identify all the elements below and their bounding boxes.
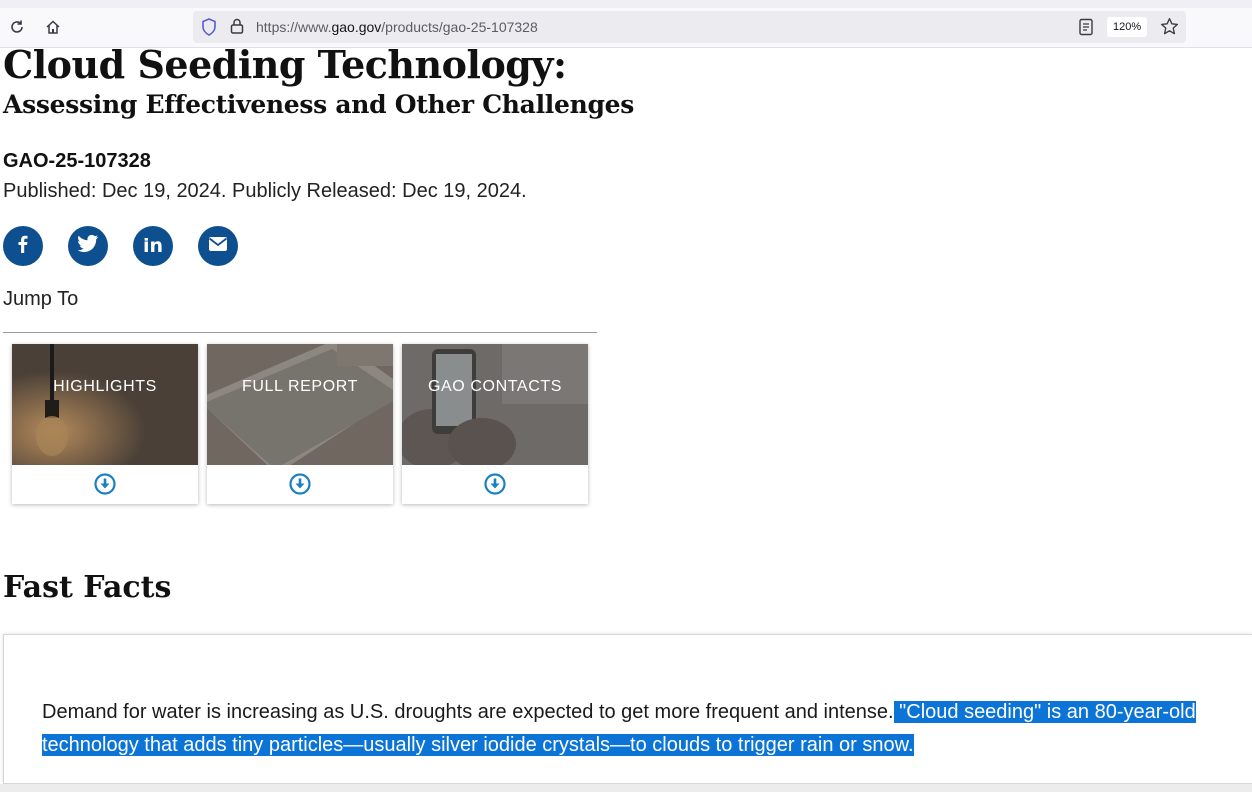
email-icon (208, 236, 228, 257)
report-id: GAO-25-107328 (3, 150, 151, 172)
twitter-share-button[interactable] (68, 226, 108, 266)
browser-toolbar: https://www.gao.gov/products/gao-25-1073… (0, 0, 1252, 48)
card-highlights[interactable]: HIGHLIGHTS (12, 344, 198, 504)
card-gao-contacts-label: GAO CONTACTS (427, 378, 563, 395)
linkedin-share-button[interactable]: in (133, 226, 173, 266)
fast-facts-text[interactable]: Demand for water is increasing as U.S. d… (42, 696, 1252, 762)
email-share-button[interactable] (198, 226, 238, 266)
linkedin-icon: in (142, 234, 164, 257)
publication-dates: Published: Dec 19, 2024. Publicly Releas… (3, 180, 527, 202)
highlights-image (12, 344, 198, 465)
url-path: /products/gao-25-107328 (381, 19, 538, 35)
reload-icon[interactable] (6, 16, 28, 38)
page-bottom-edge (0, 784, 1252, 792)
url-host: gao.gov (331, 19, 382, 35)
address-bar[interactable]: https://www.gao.gov/products/gao-25-1073… (193, 11, 1186, 43)
tab-strip (0, 0, 1252, 8)
card-gao-contacts[interactable]: GAO CONTACTS (402, 344, 588, 504)
zoom-level-badge[interactable]: 120% (1107, 17, 1148, 37)
divider (3, 332, 597, 333)
home-icon[interactable] (42, 16, 64, 38)
reader-view-icon[interactable] (1078, 18, 1094, 41)
twitter-icon (77, 234, 99, 259)
page-subtitle: Assessing Effectiveness and Other Challe… (3, 90, 635, 119)
url-prefix: https://www. (256, 19, 332, 35)
facebook-icon (13, 234, 33, 259)
full-report-image (207, 344, 393, 465)
shield-icon[interactable] (201, 18, 217, 41)
gao-contacts-image (402, 344, 588, 465)
lock-icon[interactable] (229, 17, 245, 40)
facebook-share-button[interactable] (3, 226, 43, 266)
jump-to-label: Jump To (3, 288, 79, 310)
card-full-report-label: FULL REPORT (242, 378, 358, 395)
card-full-report[interactable]: FULL REPORT (207, 344, 393, 504)
fast-facts-heading: Fast Facts (3, 570, 172, 605)
fast-facts-plain: Demand for water is increasing as U.S. d… (42, 701, 894, 723)
url-text[interactable]: https://www.gao.gov/products/gao-25-1073… (256, 19, 538, 35)
page-title: Cloud Seeding Technology: (3, 42, 567, 87)
download-icon[interactable] (289, 473, 311, 495)
bookmark-star-icon[interactable] (1160, 17, 1179, 41)
download-icon[interactable] (94, 473, 116, 495)
card-highlights-label: HIGHLIGHTS (53, 378, 157, 395)
download-icon[interactable] (484, 473, 506, 495)
